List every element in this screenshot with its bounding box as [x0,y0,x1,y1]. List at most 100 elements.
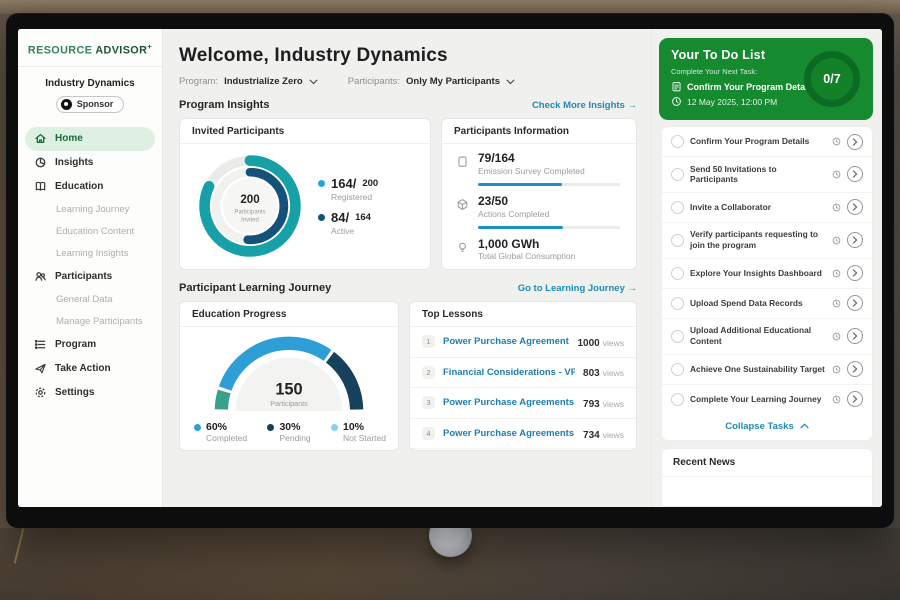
chevron-right-icon [852,138,858,146]
task-label: Complete Your Learning Journey [690,394,826,405]
collapse-tasks-link[interactable]: Collapse Tasks [662,414,872,440]
program-filter[interactable]: Program: Industrialize Zero [179,76,318,87]
sidebar-item-manage-participants[interactable]: Manage Participants [25,311,155,333]
chevron-down-icon [309,79,318,85]
card-title: Participants Information [442,119,636,144]
task-row: Upload Spend Data Records [662,289,872,319]
task-checkbox[interactable] [671,330,684,343]
clock-icon [832,236,841,245]
legend-label: Pending [279,433,310,443]
sidebar-item-settings[interactable]: Settings [25,381,155,405]
book-icon [34,180,47,193]
task-open-button[interactable] [847,361,863,377]
todo-progress-ring: 0/7 [804,51,860,107]
legend-label: Completed [206,433,247,443]
progress-track [478,226,620,229]
stat-actions-completed: 23/50 Actions Completed [456,195,620,219]
go-to-learning-journey-link[interactable]: Go to Learning Journey → [518,283,637,294]
task-checkbox[interactable] [671,135,684,148]
task-open-button[interactable] [847,199,863,215]
lesson-rank: 4 [422,427,435,440]
todo-summary-card: Your To Do List Complete Your Next Task:… [659,38,873,120]
task-checkbox[interactable] [671,234,684,247]
task-checkbox[interactable] [671,363,684,376]
sidebar-item-education-content[interactable]: Education Content [25,221,155,243]
todo-progress-count: 0/7 [823,72,840,86]
sidebar-item-participants[interactable]: Participants [25,265,155,289]
sidebar-item-label: Insights [55,157,93,168]
sidebar-item-learning-journey[interactable]: Learning Journey [25,199,155,221]
legend-completed: 60% Completed [194,421,247,443]
clock-icon [832,170,841,179]
legend-label: Not Started [343,433,386,443]
gear-icon [34,386,47,399]
task-open-button[interactable] [847,134,863,150]
donut-center-label: Invited [241,217,259,223]
sidebar: RESOURCE ADVISOR+ Industry Dynamics Spon… [18,29,163,507]
chevron-right-icon [852,170,858,178]
task-open-button[interactable] [847,391,863,407]
views-count: 803 [583,368,600,379]
sidebar-nav: Home Insights Education Learning Journey… [18,121,162,411]
sidebar-item-education[interactable]: Education [25,175,155,199]
task-checkbox[interactable] [671,168,684,181]
views-count: 793 [583,399,600,410]
task-checkbox[interactable] [671,297,684,310]
monitor-bezel: RESOURCE ADVISOR+ Industry Dynamics Spon… [6,13,894,528]
participants-information-card: Participants Information 79/164 Emission… [441,118,637,270]
card-title: Top Lessons [410,302,636,327]
lesson-rank: 1 [422,335,435,348]
lesson-row: 2 Financial Considerations - VPPAs 803vi… [410,358,636,389]
task-row: Confirm Your Program Details [662,127,872,157]
task-open-button[interactable] [847,295,863,311]
check-more-insights-link[interactable]: Check More Insights → [532,100,637,111]
task-checkbox[interactable] [671,393,684,406]
section-title: Program Insights [179,99,269,111]
logo-plus: + [147,42,152,51]
gauge-chart: 150 Participants [205,331,373,413]
participants-info-body: 79/164 Emission Survey Completed 23/50 A… [442,144,636,261]
task-row: Invite a Collaborator [662,193,872,223]
legend-label: Active [331,226,422,236]
lesson-link[interactable]: Power Purchase Agreements 101 [443,336,569,347]
task-open-button[interactable] [847,232,863,248]
sidebar-item-insights[interactable]: Insights [25,151,155,175]
legend-denominator: 164 [355,212,371,223]
task-open-button[interactable] [847,166,863,182]
lesson-link[interactable]: Power Purchase Agreements 101 [443,397,575,408]
lesson-link[interactable]: Financial Considerations - VPPAs [443,367,575,378]
recent-news-title: Recent News [662,449,872,477]
task-label: Invite a Collaborator [690,202,826,213]
participants-filter-label: Participants: [348,76,400,87]
sponsor-label: Sponsor [77,99,114,109]
checklist-icon [671,81,682,92]
participants-filter[interactable]: Participants: Only My Participants [348,76,515,87]
lesson-link[interactable]: Power Purchase Agreements 102 [443,428,575,439]
task-label: Explore Your Insights Dashboard [690,268,826,279]
task-open-button[interactable] [847,328,863,344]
chevron-right-icon [852,236,858,244]
lesson-row: 5 Power Purchase Agreements 103 600views [410,449,636,451]
clock-icon [832,203,841,212]
sponsor-badge[interactable]: Sponsor [56,96,125,113]
sidebar-item-learning-insights[interactable]: Learning Insights [25,243,155,265]
clock-icon [832,332,841,341]
sidebar-item-take-action[interactable]: Take Action [25,357,155,381]
legend-dot [331,424,338,431]
task-open-button[interactable] [847,265,863,281]
sidebar-item-home[interactable]: Home [25,127,155,151]
dashboard-screen: RESOURCE ADVISOR+ Industry Dynamics Spon… [18,29,882,507]
arrow-right-icon: → [628,100,638,111]
legend-value: 164/ [331,176,356,191]
todo-panel: Your To Do List Complete Your Next Task:… [651,29,882,507]
sidebar-item-program[interactable]: Program [25,333,155,357]
sidebar-item-general-data[interactable]: General Data [25,289,155,311]
legend-dot [194,424,201,431]
task-row: Achieve One Sustainability Target [662,355,872,385]
task-checkbox[interactable] [671,267,684,280]
stat-value: 1,000 GWh [478,238,575,252]
task-label: Send 50 Invitations to Participants [690,164,826,186]
gauge-center-label: Participants [270,400,308,408]
legend-registered: 164/ 200 Registered [318,176,422,202]
task-checkbox[interactable] [671,201,684,214]
